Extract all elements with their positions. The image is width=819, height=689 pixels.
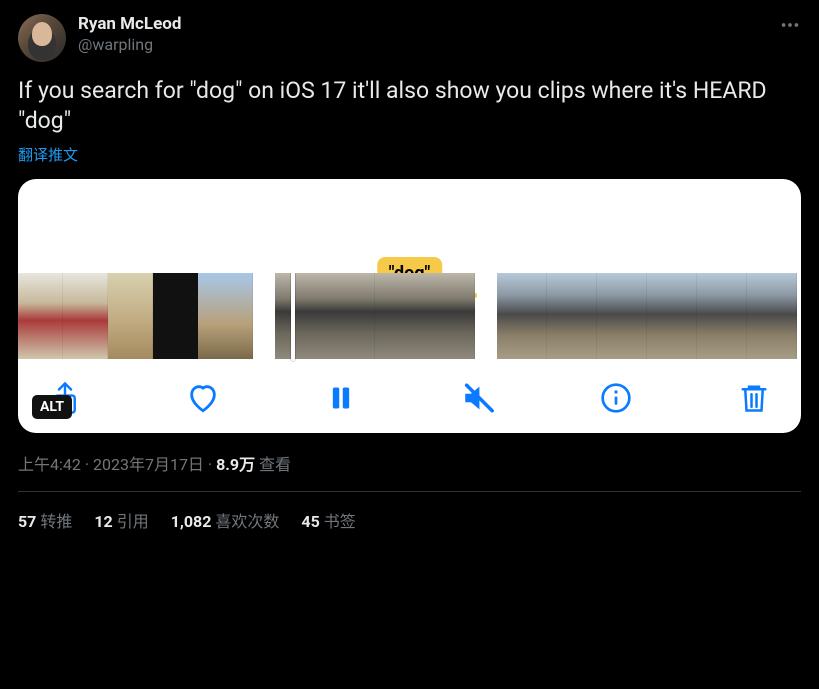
stat-label: 书签 <box>324 512 356 531</box>
pause-icon[interactable] <box>324 381 358 415</box>
clip-group[interactable] <box>275 273 475 359</box>
playhead[interactable] <box>291 273 295 361</box>
translate-link[interactable]: 翻译推文 <box>18 144 78 165</box>
clip-frame <box>747 273 797 359</box>
display-name: Ryan McLeod <box>78 14 767 34</box>
clip-frame <box>108 273 153 359</box>
trash-icon[interactable] <box>737 381 771 415</box>
more-icon[interactable] <box>779 14 801 40</box>
tweet-text: If you search for "dog" on iOS 17 it'll … <box>18 76 801 136</box>
mute-icon[interactable] <box>461 381 495 415</box>
clip-frame <box>597 273 647 359</box>
tweet-time[interactable]: 上午4:42 <box>18 455 81 474</box>
stat-count: 45 <box>301 512 319 531</box>
retweets-stat[interactable]: 57转推 <box>18 508 72 532</box>
clip-frame <box>198 273 253 359</box>
clip-frame <box>153 273 198 359</box>
clip-frame <box>697 273 747 359</box>
tweet-header: Ryan McLeod @warpling <box>18 14 801 62</box>
stat-count: 12 <box>94 512 112 531</box>
tweet-date[interactable]: 2023年7月17日 <box>93 455 204 474</box>
tweet-meta: 上午4:42 · 2023年7月17日 · 8.9万 查看 <box>18 451 801 475</box>
author-handle: @warpling <box>78 35 767 54</box>
clip-frame <box>647 273 697 359</box>
clip-group[interactable] <box>497 273 797 359</box>
media-card[interactable]: "dog" <box>18 179 801 433</box>
clip-frame <box>275 273 375 359</box>
stat-label: 喜欢次数 <box>215 512 279 531</box>
stat-label: 转推 <box>40 512 72 531</box>
video-timeline[interactable] <box>18 273 801 363</box>
ios-media-controls <box>18 363 801 433</box>
stat-label: 引用 <box>117 512 149 531</box>
clip-group[interactable] <box>18 273 253 359</box>
avatar[interactable] <box>18 14 66 62</box>
bookmarks-stat[interactable]: 45 书签 <box>301 508 355 532</box>
likes-stat[interactable]: 1,082喜欢次数 <box>171 508 280 532</box>
heart-icon[interactable] <box>186 381 220 415</box>
views-label: 查看 <box>259 455 291 474</box>
tweet-container: Ryan McLeod @warpling If you search for … <box>0 0 819 542</box>
stat-count: 57 <box>18 512 36 531</box>
alt-badge[interactable]: ALT <box>32 395 72 419</box>
clip-frame <box>18 273 63 359</box>
stat-count: 1,082 <box>171 512 212 531</box>
info-icon[interactable] <box>599 381 633 415</box>
clip-frame <box>63 273 108 359</box>
clip-frame <box>547 273 597 359</box>
quotes-stat[interactable]: 12 引用 <box>94 508 148 532</box>
tweet-stats: 57转推 12 引用 1,082喜欢次数 45 书签 <box>18 492 801 532</box>
author-names[interactable]: Ryan McLeod @warpling <box>78 14 767 54</box>
clip-frame <box>497 273 547 359</box>
clip-frame <box>375 273 475 359</box>
views-count: 8.9万 <box>216 455 255 474</box>
